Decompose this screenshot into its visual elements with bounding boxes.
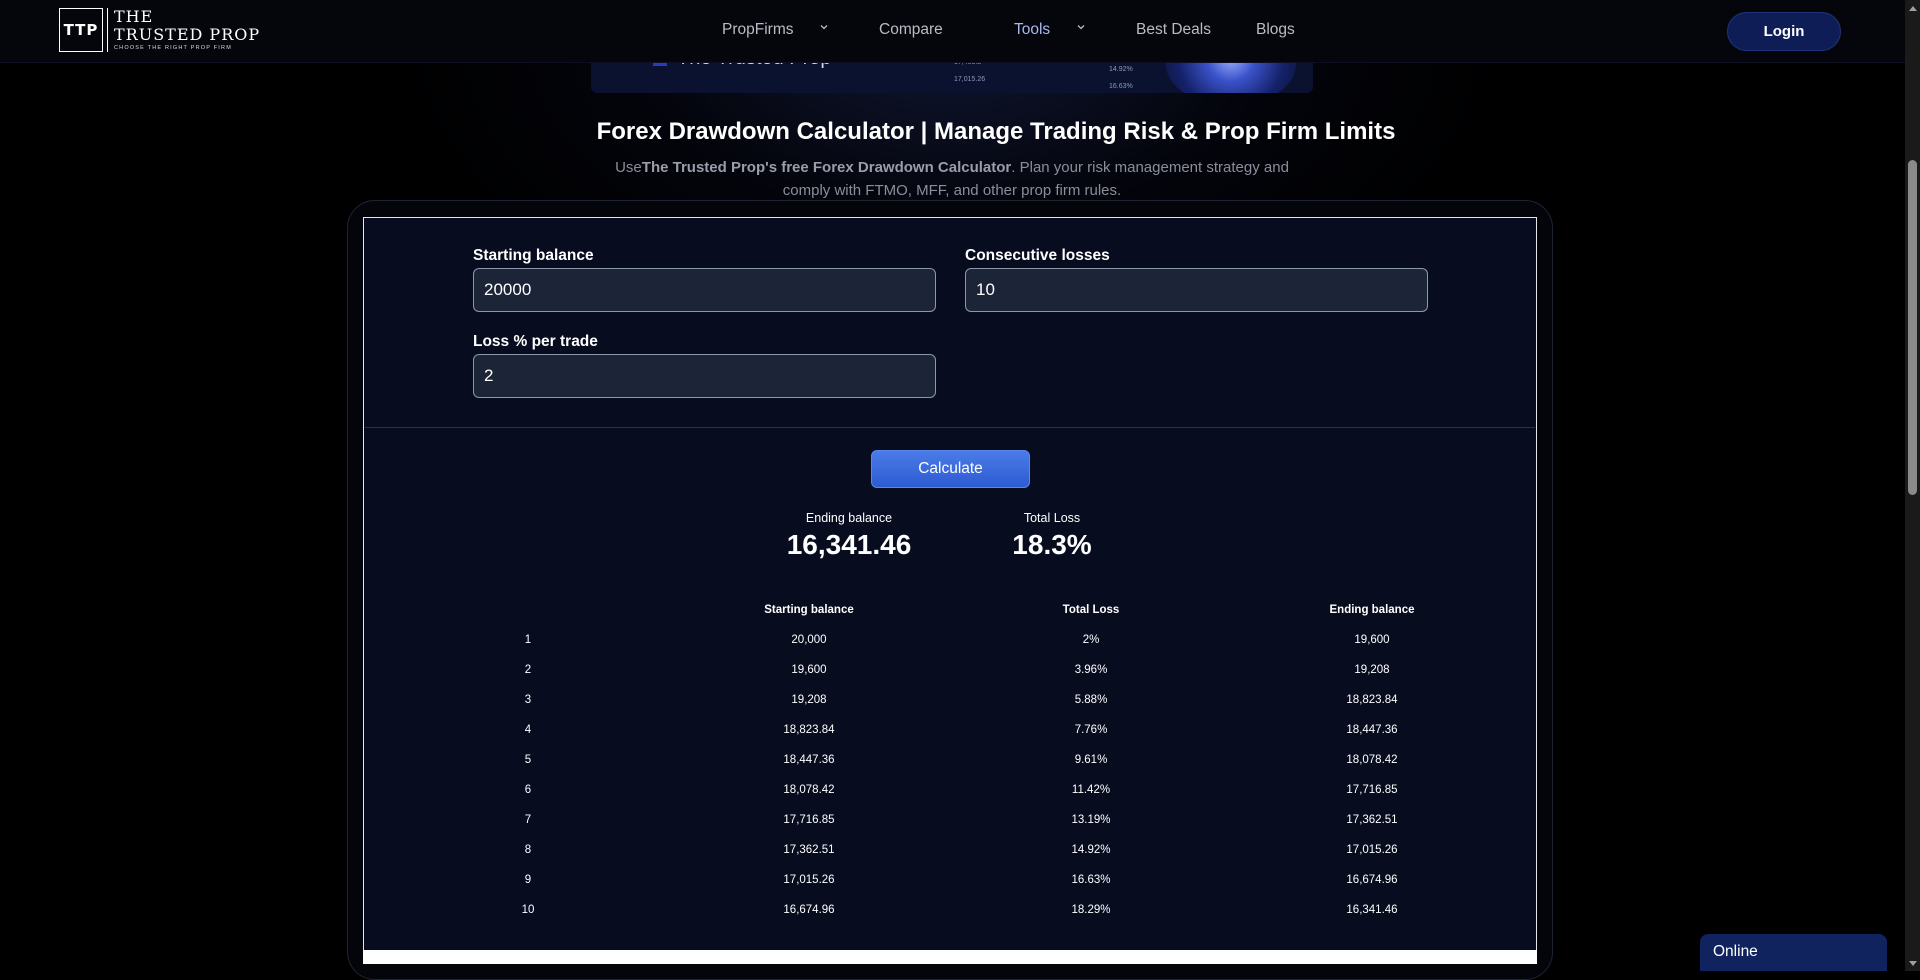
table-cell-trade-number: 7 [524,814,532,826]
logo-divider [107,8,108,52]
table-cell-starting-balance: 19,208 [791,694,827,706]
subtitle-rest-2: comply with FTMO, MFF, and other prop fi… [782,182,1122,199]
scroll-up-arrow-icon[interactable] [1905,0,1920,15]
table-cell-total-loss: 13.19% [1071,814,1111,826]
table-cell-trade-number: 2 [524,664,532,676]
nav-item-propfirms[interactable]: PropFirms [722,21,793,39]
chevron-down-icon[interactable] [819,22,829,32]
table-header-starting-balance: Starting balance [764,604,854,616]
table-cell-starting-balance: 18,078.42 [783,784,835,796]
table-cell-starting-balance: 17,362.51 [783,844,835,856]
subtitle-rest-1: . Plan your risk management strategy and [1011,159,1289,176]
table-cell-starting-balance: 17,015.26 [783,874,835,886]
table-cell-starting-balance: 19,600 [791,664,827,676]
calculate-button[interactable]: Calculate [871,450,1030,488]
table-cell-total-loss: 7.76% [1074,724,1108,736]
page-subtitle: UseThe Trusted Prop's free Forex Drawdow… [607,156,1297,202]
table-cell-ending-balance: 17,716.85 [1346,784,1398,796]
subtitle-bold: The Trusted Prop's free Forex Drawdown C… [641,159,1012,176]
table-cell-total-loss: 9.61% [1074,754,1108,766]
table-cell-ending-balance: 18,447.36 [1346,724,1398,736]
table-cell-starting-balance: 16,674.96 [783,904,835,916]
logo-line-2: TRUSTED PROP [114,24,261,44]
table-cell-total-loss: 16.63% [1071,874,1111,886]
table-cell-ending-balance: 17,362.51 [1346,814,1398,826]
table-header-total-loss: Total Loss [1062,604,1120,616]
table-cell-trade-number: 9 [524,874,532,886]
table-cell-starting-balance: 20,000 [791,634,827,646]
scroll-down-arrow-icon[interactable] [1905,956,1920,971]
nav-item-best-deals[interactable]: Best Deals [1136,21,1211,39]
loss-pct-input[interactable] [473,354,936,398]
total-loss-value: 18.3% [1012,529,1092,560]
table-cell-ending-balance: 19,600 [1354,634,1390,646]
scrollbar-thumb[interactable] [1908,160,1917,495]
table-cell-total-loss: 18.29% [1071,904,1111,916]
online-chat-tab[interactable]: Online [1700,934,1887,971]
table-cell-total-loss: 11.42% [1071,784,1111,796]
table-cell-ending-balance: 18,823.84 [1346,694,1398,706]
ending-balance-value: 16,341.46 [786,529,912,560]
section-divider [365,427,1535,428]
table-header-ending-balance: Ending balance [1329,604,1415,616]
site-logo[interactable]: TTP THE TRUSTED PROP CHOOSE THE RIGHT PR… [59,8,260,52]
consecutive-losses-input[interactable] [965,268,1428,312]
nav-item-blogs[interactable]: Blogs [1256,21,1295,39]
table-cell-ending-balance: 16,341.46 [1346,904,1398,916]
loss-pct-label: Loss % per trade [473,333,598,350]
logo-mark: TTP [59,8,103,52]
table-cell-ending-balance: 18,078.42 [1346,754,1398,766]
table-cell-total-loss: 14.92% [1071,844,1111,856]
login-button[interactable]: Login [1727,12,1841,51]
table-cell-trade-number: 5 [524,754,532,766]
table-cell-starting-balance: 17,716.85 [783,814,835,826]
calculator-card [363,217,1537,952]
table-cell-ending-balance: 19,208 [1354,664,1390,676]
starting-balance-label: Starting balance [473,247,594,264]
top-navbar: TTP THE TRUSTED PROP CHOOSE THE RIGHT PR… [0,0,1905,63]
table-cell-starting-balance: 18,823.84 [783,724,835,736]
table-cell-total-loss: 3.96% [1074,664,1108,676]
table-cell-trade-number: 6 [524,784,532,796]
table-cell-ending-balance: 17,015.26 [1346,844,1398,856]
table-cell-starting-balance: 18,447.36 [783,754,835,766]
consecutive-losses-label: Consecutive losses [965,247,1110,264]
logo-line-1: THE [114,6,154,26]
hero-figure: 16.63% [1109,83,1133,90]
nav-item-compare[interactable]: Compare [879,21,943,39]
page-title: Forex Drawdown Calculator | Manage Tradi… [596,118,1396,145]
nav-item-tools[interactable]: Tools [1014,21,1050,39]
card-bottom-edge [363,950,1537,964]
table-cell-total-loss: 5.88% [1074,694,1108,706]
table-cell-trade-number: 4 [524,724,532,736]
table-cell-trade-number: 8 [524,844,532,856]
chevron-down-icon[interactable] [1076,22,1086,32]
total-loss-label: Total Loss [1023,511,1081,525]
table-cell-total-loss: 2% [1082,634,1100,646]
table-cell-trade-number: 3 [524,694,532,706]
logo-tagline: CHOOSE THE RIGHT PROP FIRM [114,44,232,51]
subtitle-prefix: Use [615,159,642,176]
table-cell-trade-number: 1 [524,634,532,646]
logo-text: THE TRUSTED PROP CHOOSE THE RIGHT PROP F… [114,6,261,52]
ending-balance-label: Ending balance [805,511,893,525]
hero-figure: 14.92% [1109,66,1133,73]
starting-balance-input[interactable] [473,268,936,312]
table-cell-trade-number: 10 [521,904,535,916]
table-cell-ending-balance: 16,674.96 [1346,874,1398,886]
hero-figure: 17,015.26 [954,76,986,83]
